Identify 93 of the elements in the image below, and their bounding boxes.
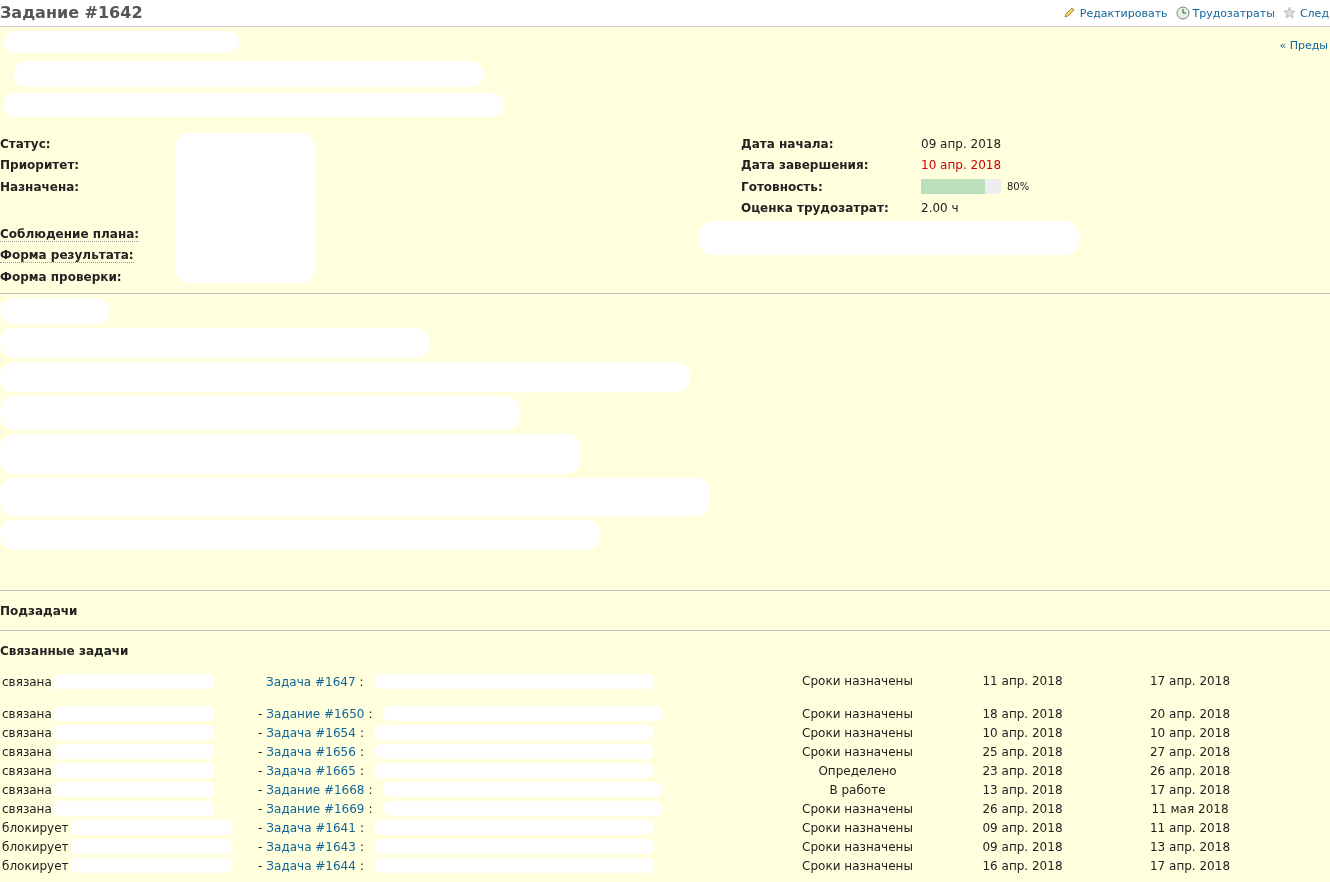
colon-mark: : <box>359 763 364 778</box>
section-heading: Подзадачи <box>0 602 79 620</box>
field-value: 10 апр. 2018 <box>921 158 1002 173</box>
status-cell-text: Сроки назначены <box>801 858 914 873</box>
status-cell-text: Сроки назначены <box>801 839 914 854</box>
relation-type: связана <box>2 725 52 740</box>
status-cell-text: Сроки назначены <box>801 674 914 688</box>
colon-mark: : <box>359 744 364 759</box>
start-date-cell-text: 16 апр. 2018 <box>981 858 1064 873</box>
start-date-cell-text: 13 апр. 2018 <box>981 782 1064 797</box>
relation-type: блокирует <box>2 839 69 854</box>
start-date-cell-text: 09 апр. 2018 <box>981 820 1064 835</box>
colon-mark: : <box>359 674 364 689</box>
issue-link[interactable]: Задача #1644 <box>266 858 356 873</box>
colon-mark: : <box>368 706 373 721</box>
relation-type: связана <box>2 744 52 759</box>
colon-mark: : <box>359 839 364 854</box>
due-date-cell-text: 11 апр. 2018 <box>1148 820 1232 835</box>
relation-type: связана <box>2 674 52 689</box>
separator-dash: - <box>258 706 263 721</box>
due-date-cell-text: 13 апр. 2018 <box>1148 839 1232 854</box>
separator-dash: - <box>258 744 263 759</box>
issue-link[interactable]: Задача #1656 <box>266 744 356 759</box>
status-cell-text: Сроки назначены <box>801 744 914 759</box>
field-label: Назначена: <box>0 180 80 194</box>
field-label: Статус: <box>0 136 51 151</box>
colon-mark: : <box>368 801 373 816</box>
field-label: Готовность: <box>741 179 824 194</box>
start-date-cell-text: 25 апр. 2018 <box>981 744 1064 759</box>
start-date-cell-text: 10 апр. 2018 <box>981 725 1064 740</box>
start-date-cell-text: 11 апр. 2018 <box>981 674 1064 688</box>
due-date-cell-text: 27 апр. 2018 <box>1148 744 1232 759</box>
relation-type: блокирует <box>2 858 69 873</box>
due-date-cell-text: 17 апр. 2018 <box>1148 674 1232 688</box>
field-label: Оценка трудозатрат: <box>741 201 890 216</box>
action-link[interactable]: След <box>1282 6 1329 20</box>
issue-link[interactable]: Задача #1641 <box>266 820 356 835</box>
field-label: Соблюдение плана: <box>0 226 140 242</box>
due-date-cell-text: 17 апр. 2018 <box>1148 782 1232 797</box>
start-date-cell-text: 09 апр. 2018 <box>981 839 1064 854</box>
field-label: Дата начала: <box>741 136 835 151</box>
colon-mark: : <box>359 725 364 740</box>
field-value: 09 апр. 2018 <box>921 136 1002 151</box>
separator-dash: - <box>258 858 263 873</box>
start-date-cell-text: 18 апр. 2018 <box>981 706 1064 721</box>
colon-mark: : <box>368 782 373 797</box>
field-label: Приоритет: <box>0 158 80 173</box>
issue-link[interactable]: Задача #1647 <box>266 674 356 689</box>
status-cell-text: Сроки назначены <box>801 801 914 816</box>
status-cell-text: Сроки назначены <box>801 706 914 721</box>
separator-dash: - <box>258 801 263 816</box>
due-date-cell-text: 26 апр. 2018 <box>1148 763 1232 778</box>
page-title: Задание #1642 <box>0 3 143 23</box>
status-cell-text: Сроки назначены <box>801 725 914 740</box>
status-cell-text: Сроки назначены <box>801 820 914 835</box>
separator-dash: - <box>258 782 263 797</box>
progress-value: 80% <box>1007 181 1030 193</box>
separator-dash: - <box>258 820 263 835</box>
separator-dash: - <box>258 725 263 740</box>
star-icon <box>1282 6 1297 20</box>
previous-link[interactable]: « Преды <box>1279 39 1328 133</box>
issue-link[interactable]: Задание #1669 <box>266 801 365 816</box>
due-date-cell-text: 17 апр. 2018 <box>1148 858 1232 873</box>
colon-mark: : <box>359 820 364 835</box>
field-label: Форма результата: <box>0 248 134 264</box>
due-date-cell-text: 20 апр. 2018 <box>1148 706 1232 721</box>
relation-type: связана <box>2 782 52 797</box>
due-date-cell-text: 10 апр. 2018 <box>1148 725 1232 740</box>
issue-link[interactable]: Задание #1650 <box>266 706 365 721</box>
separator-dash: - <box>258 839 263 854</box>
issue-link[interactable]: Задача #1643 <box>266 839 356 854</box>
start-date-cell-text: 23 апр. 2018 <box>981 763 1064 778</box>
field-label: Форма проверки: <box>0 270 122 285</box>
relation-type: связана <box>2 763 52 778</box>
field-value: 2.00 ч <box>921 201 959 216</box>
clock-icon <box>1175 6 1190 20</box>
action-link[interactable]: Редактировать <box>1062 6 1168 20</box>
colon-mark: : <box>359 858 364 873</box>
status-cell-text: В работе <box>828 782 887 797</box>
issue-link[interactable]: Задание #1668 <box>266 782 365 797</box>
section-heading: Связанные задачи <box>0 642 130 660</box>
due-date-cell-text: 11 мая 2018 <box>1150 801 1230 816</box>
pencil-icon <box>1062 6 1077 20</box>
action-link[interactable]: Трудозатраты <box>1175 6 1275 20</box>
relation-type: блокирует <box>2 820 69 835</box>
relation-type: связана <box>2 801 52 816</box>
issue-link[interactable]: Задача #1665 <box>266 763 356 778</box>
field-label: Дата завершения: <box>741 158 870 173</box>
status-cell-text: Определено <box>817 763 898 778</box>
issue-link[interactable]: Задача #1654 <box>266 725 356 740</box>
relation-type: связана <box>2 706 52 721</box>
separator-dash: - <box>258 763 263 778</box>
start-date-cell-text: 26 апр. 2018 <box>981 801 1064 816</box>
